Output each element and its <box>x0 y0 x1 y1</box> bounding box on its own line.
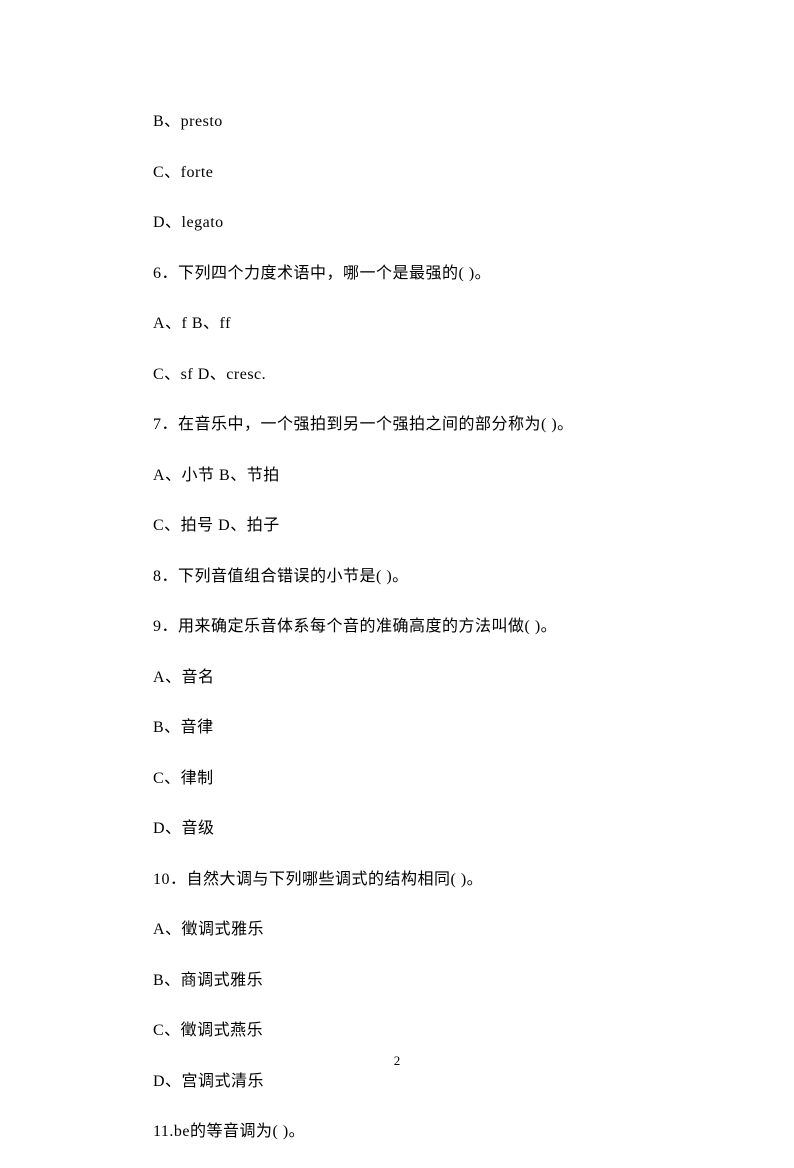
text-line: D、legato <box>153 208 663 232</box>
text-line: 11.be的等音调为( )。 <box>153 1117 663 1141</box>
text-line: 8．下列音值组合错误的小节是( )。 <box>153 562 663 586</box>
text-line: D、音级 <box>153 814 663 838</box>
text-line: A、小节 B、节拍 <box>153 461 663 485</box>
text-line: C、forte <box>153 158 663 182</box>
text-line: C、sf D、cresc. <box>153 360 663 384</box>
document-content: B、presto C、forte D、legato 6．下列四个力度术语中，哪一… <box>153 107 663 1168</box>
text-line: B、商调式雅乐 <box>153 966 663 990</box>
text-line: A、f B、ff <box>153 309 663 333</box>
text-line: C、律制 <box>153 764 663 788</box>
text-line: A、徵调式雅乐 <box>153 915 663 939</box>
text-line: 7．在音乐中，一个强拍到另一个强拍之间的部分称为( )。 <box>153 410 663 434</box>
page-number: 2 <box>0 1053 794 1069</box>
text-line: D、宫调式清乐 <box>153 1067 663 1091</box>
text-line: 9．用来确定乐音体系每个音的准确高度的方法叫做( )。 <box>153 612 663 636</box>
text-line: B、presto <box>153 107 663 131</box>
text-line: A、音名 <box>153 663 663 687</box>
text-line: B、音律 <box>153 713 663 737</box>
text-line: 10．自然大调与下列哪些调式的结构相同( )。 <box>153 865 663 889</box>
text-line: C、徵调式燕乐 <box>153 1016 663 1040</box>
text-line: C、拍号 D、拍子 <box>153 511 663 535</box>
text-line: 6．下列四个力度术语中，哪一个是最强的( )。 <box>153 259 663 283</box>
